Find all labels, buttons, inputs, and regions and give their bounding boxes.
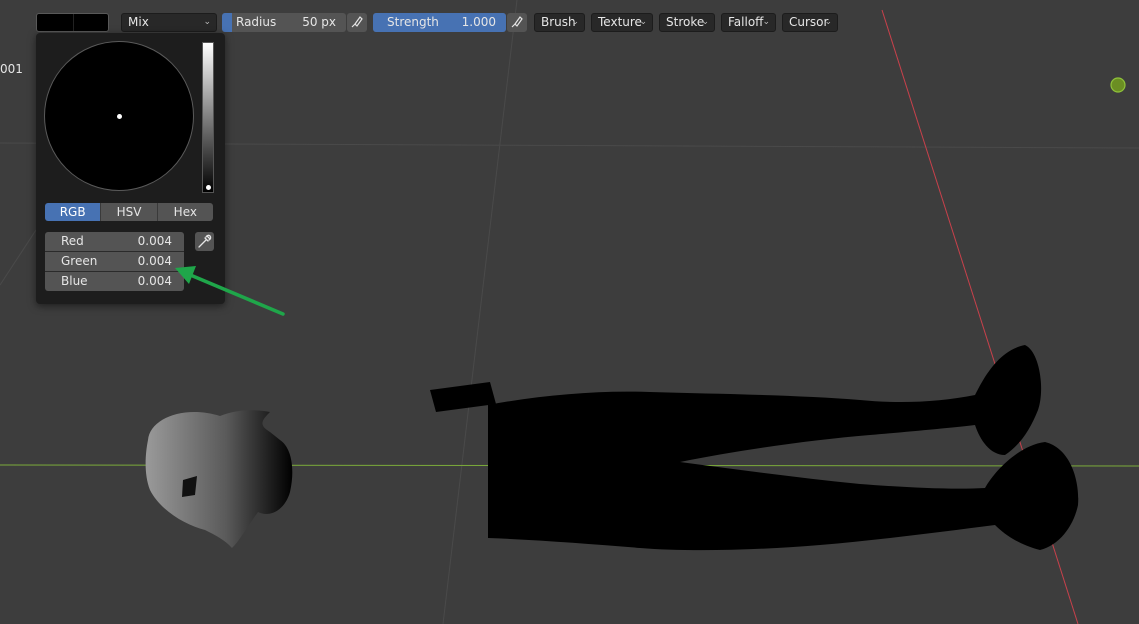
blue-label: Blue: [61, 274, 88, 288]
color-wheel-cursor[interactable]: [117, 114, 122, 119]
stroke-menu-label: Stroke: [666, 15, 705, 29]
strength-label: Strength: [387, 15, 439, 29]
chevron-down-icon: ⌄: [639, 17, 647, 27]
radius-pressure-toggle[interactable]: [347, 13, 367, 32]
color-swatch[interactable]: [36, 13, 109, 32]
green-label: Green: [61, 254, 98, 268]
color-picker-popup[interactable]: RGB HSV Hex Red 0.004 Green 0.004 Blue 0…: [36, 33, 225, 304]
red-field[interactable]: Red 0.004: [45, 232, 184, 252]
blend-mode-label: Mix: [128, 15, 149, 29]
strength-pressure-toggle[interactable]: [507, 13, 527, 32]
grid-line: [0, 229, 37, 286]
strength-slider[interactable]: Strength 1.000: [373, 13, 506, 32]
color-wheel[interactable]: [44, 41, 194, 191]
tab-hex[interactable]: Hex: [157, 203, 213, 221]
chevron-down-icon: ⌄: [701, 17, 709, 27]
color-mode-tabs: RGB HSV Hex: [45, 203, 213, 221]
pressure-icon: [351, 16, 363, 28]
chevron-down-icon: ⌄: [571, 17, 579, 27]
texture-menu-label: Texture: [598, 15, 642, 29]
value-slider[interactable]: [202, 42, 214, 193]
blue-field[interactable]: Blue 0.004: [45, 272, 184, 291]
character-body: [430, 345, 1079, 551]
eyedropper-icon: [198, 234, 212, 248]
object-name-fragment: 001: [0, 62, 23, 76]
eyedropper-button[interactable]: [195, 232, 214, 251]
red-label: Red: [61, 234, 84, 248]
green-field[interactable]: Green 0.004: [45, 252, 184, 272]
tab-hsv[interactable]: HSV: [101, 203, 158, 221]
tab-rgb[interactable]: RGB: [45, 203, 102, 221]
falloff-menu-label: Falloff: [728, 15, 764, 29]
radius-value: 50 px: [302, 15, 336, 29]
stroke-menu[interactable]: Stroke ⌄: [659, 13, 715, 32]
navigation-gizmo-icon[interactable]: [1110, 77, 1126, 93]
chevron-down-icon: ⌄: [762, 17, 770, 27]
cursor-menu[interactable]: Cursor ⌄: [782, 13, 838, 32]
radius-slider-fill: [222, 13, 232, 32]
value-slider-cursor[interactable]: [206, 185, 211, 190]
chevron-down-icon: ⌄: [203, 17, 211, 27]
brush-menu[interactable]: Brush ⌄: [534, 13, 585, 32]
red-value: 0.004: [137, 234, 172, 248]
cursor-menu-label: Cursor: [789, 15, 829, 29]
green-value: 0.004: [137, 254, 172, 268]
blend-mode-dropdown[interactable]: Mix ⌄: [121, 13, 217, 32]
strength-value: 1.000: [461, 15, 496, 29]
texture-menu[interactable]: Texture ⌄: [591, 13, 653, 32]
color-channel-fields: Red 0.004 Green 0.004 Blue 0.004: [45, 232, 184, 291]
radius-label: Radius: [236, 15, 277, 29]
brush-menu-label: Brush: [541, 15, 576, 29]
falloff-menu[interactable]: Falloff ⌄: [721, 13, 776, 32]
pressure-icon: [511, 16, 523, 28]
chevron-down-icon: ⌄: [824, 17, 832, 27]
character-head: [145, 410, 293, 548]
blue-value: 0.004: [137, 274, 172, 288]
swatch-divider: [73, 14, 74, 31]
radius-slider[interactable]: Radius 50 px: [222, 13, 346, 32]
